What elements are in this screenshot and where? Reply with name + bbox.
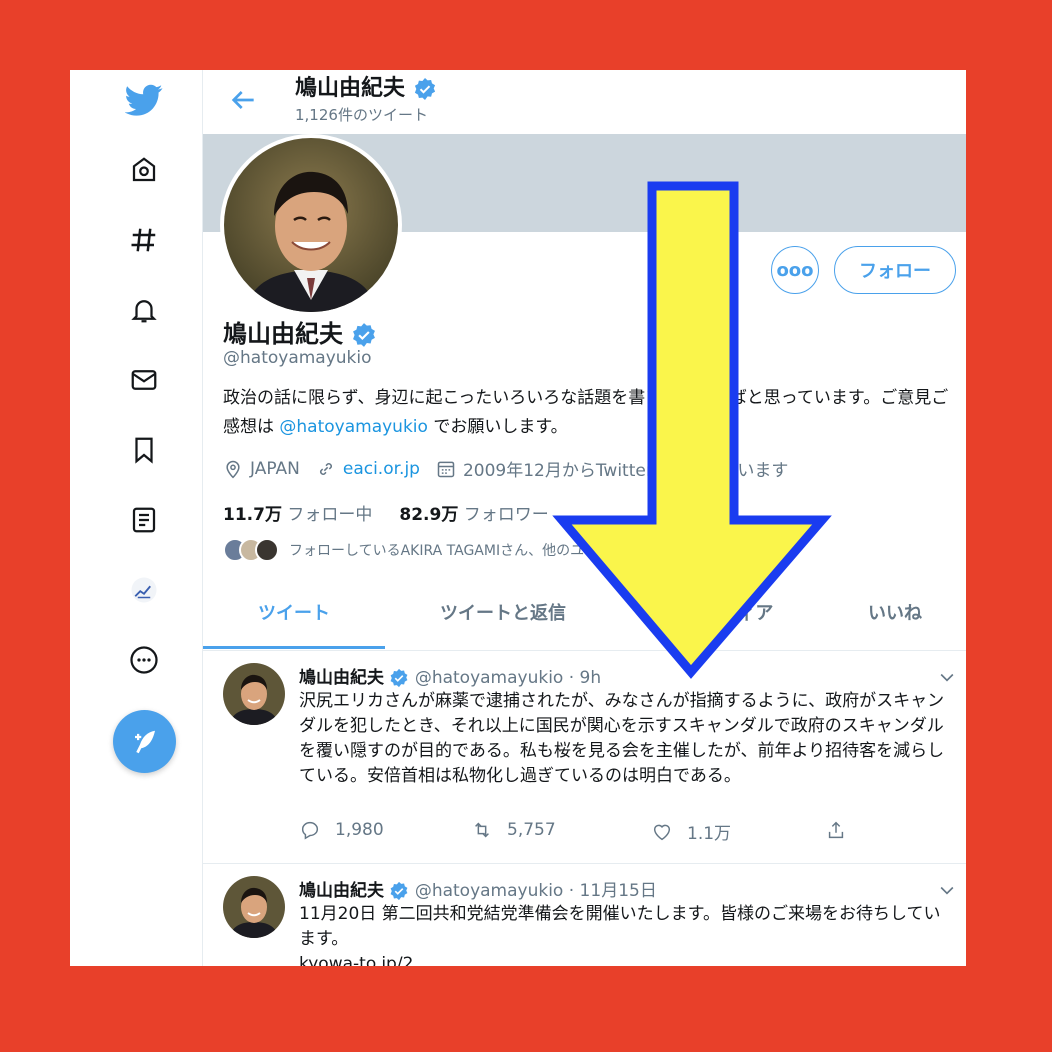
twitter-logo-icon[interactable] bbox=[122, 78, 166, 122]
tweet-avatar[interactable] bbox=[223, 876, 285, 938]
more-options-button[interactable]: ooo bbox=[771, 246, 819, 294]
heart-icon bbox=[653, 824, 671, 840]
verified-badge-icon bbox=[353, 323, 376, 347]
notifications-bell-icon[interactable] bbox=[122, 288, 166, 332]
followers-label: フォロワー bbox=[463, 505, 549, 525]
retweet-count: 5,757 bbox=[507, 820, 556, 840]
reply-count: 1,980 bbox=[335, 820, 384, 840]
tweet-item[interactable]: 鳩山由紀夫 @hatoyamayukio · 11月15日 11月20日 第二回… bbox=[203, 864, 966, 966]
tab-tweets-and-replies[interactable]: ツイートと返信 bbox=[393, 580, 613, 648]
tweet-author-handle[interactable]: @hatoyamayukio bbox=[415, 881, 564, 901]
bookmark-icon[interactable] bbox=[122, 428, 166, 472]
website-item: eaci.or.jp bbox=[316, 459, 420, 479]
tab-tweets[interactable]: ツイート bbox=[203, 580, 385, 649]
header-name-wrap: 鳩山由紀夫 bbox=[295, 70, 437, 102]
sidebar bbox=[70, 70, 202, 966]
verified-badge-icon bbox=[414, 78, 435, 100]
tweet-count: 1,126件のツイート bbox=[295, 106, 428, 124]
profile-header-bar: 鳩山由紀夫 1,126件のツイート bbox=[203, 70, 966, 134]
profile-tabs: ツイート ツイートと返信 メディア いいね bbox=[203, 580, 966, 651]
profile-name: 鳩山由紀夫 bbox=[223, 320, 343, 348]
messages-mail-icon[interactable] bbox=[122, 358, 166, 402]
tweet-header: 鳩山由紀夫 @hatoyamayukio · 11月15日 bbox=[299, 876, 657, 901]
explore-hashtag-icon[interactable] bbox=[122, 218, 166, 262]
tweet-text: 沢尻エリカさんが麻薬で逮捕されたが、みなさんが指摘するように、政府がスキャンダル… bbox=[299, 691, 945, 786]
tweet-time[interactable]: · 11月15日 bbox=[569, 881, 657, 901]
profile-avatar[interactable] bbox=[220, 134, 402, 316]
compose-tweet-button[interactable] bbox=[113, 710, 176, 773]
website-link[interactable]: eaci.or.jp bbox=[343, 459, 420, 479]
reply-button[interactable]: 1,980 bbox=[299, 819, 384, 841]
follower-avatar bbox=[255, 538, 279, 562]
tweet-author-handle[interactable]: @hatoyamayukio bbox=[415, 668, 564, 688]
tab-likes[interactable]: いいね bbox=[823, 580, 966, 648]
location-pin-icon bbox=[226, 460, 240, 478]
tweet-header: 鳩山由紀夫 @hatoyamayukio · 9h bbox=[299, 663, 601, 688]
bio-text-2: でお願いします。 bbox=[427, 417, 568, 437]
joined-item: 2009年12月からTwitterを利用しています bbox=[436, 456, 788, 481]
link-icon bbox=[319, 462, 332, 475]
location-text: JAPAN bbox=[250, 458, 300, 479]
location-item: JAPAN bbox=[223, 459, 300, 479]
retweet-button[interactable]: 5,757 bbox=[471, 819, 556, 841]
tweet-avatar[interactable] bbox=[223, 663, 285, 725]
quill-icon bbox=[134, 730, 155, 753]
more-menu-icon[interactable] bbox=[122, 638, 166, 682]
reply-icon bbox=[301, 821, 319, 840]
tweet-text: 11月20日 第二回共和党結党準備会を開催いたします。皆様のご来場をお待ちしてい… bbox=[299, 904, 941, 949]
followers-count: 82.9万 bbox=[399, 505, 459, 525]
profile-main-column: 鳩山由紀夫 1,126件のツイート ooo フォロー 鳩山由紀夫 @hatoya… bbox=[202, 70, 966, 966]
follow-stats: 11.7万 フォロー中 82.9万 フォロワー bbox=[223, 500, 549, 525]
profile-avatar-icon[interactable] bbox=[122, 568, 166, 612]
like-button[interactable]: 1.1万 bbox=[651, 819, 731, 844]
followed-by-text: フォローしているAKIRA TAGAMIさん、他のユーザーにフォローされています bbox=[289, 543, 780, 559]
back-arrow-icon[interactable] bbox=[227, 84, 259, 116]
tweet-link[interactable]: kyowa-to.jp/2... bbox=[299, 952, 949, 966]
follow-button[interactable]: フォロー bbox=[834, 246, 956, 294]
share-button[interactable] bbox=[825, 819, 861, 841]
followers-link[interactable]: 82.9万 フォロワー bbox=[399, 505, 548, 525]
tweet-time[interactable]: · 9h bbox=[569, 668, 601, 688]
profile-meta: JAPAN eaci.or.jp 2009年12月からTwitterを利用してい… bbox=[223, 456, 804, 481]
calendar-icon bbox=[437, 461, 455, 477]
followed-by[interactable]: フォローしているAKIRA TAGAMIさん、他のユーザーにフォローされています bbox=[223, 538, 779, 562]
verified-badge-icon bbox=[390, 668, 408, 688]
lists-icon[interactable] bbox=[122, 498, 166, 542]
verified-badge-icon bbox=[390, 881, 408, 901]
retweet-icon bbox=[475, 822, 489, 838]
tab-media[interactable]: メディア bbox=[663, 580, 813, 648]
profile-handle: @hatoyamayukio bbox=[223, 348, 372, 368]
header-name: 鳩山由紀夫 bbox=[295, 76, 406, 101]
chevron-down-icon[interactable] bbox=[937, 880, 957, 900]
joined-text: 2009年12月からTwitterを利用しています bbox=[462, 461, 789, 481]
like-count: 1.1万 bbox=[687, 824, 732, 844]
following-count: 11.7万 bbox=[223, 505, 282, 525]
browser-frame: 鳩山由紀夫 1,126件のツイート ooo フォロー 鳩山由紀夫 @hatoya… bbox=[70, 70, 966, 966]
home-icon[interactable] bbox=[122, 148, 166, 192]
chevron-down-icon[interactable] bbox=[937, 667, 957, 687]
share-icon bbox=[828, 821, 844, 839]
profile-name-wrap: 鳩山由紀夫 bbox=[223, 314, 377, 349]
following-label: フォロー中 bbox=[287, 505, 373, 525]
tweet-item[interactable]: 鳩山由紀夫 @hatoyamayukio · 9h 沢尻エリカさんが麻薬で逮捕さ… bbox=[203, 651, 966, 864]
profile-bio: 政治の話に限らず、身辺に起こったいろいろな話題を書いていければと思っています。ご… bbox=[223, 384, 953, 442]
tweet-author-name[interactable]: 鳩山由紀夫 bbox=[299, 668, 384, 688]
bio-mention-link[interactable]: @hatoyamayukio bbox=[279, 417, 428, 437]
following-link[interactable]: 11.7万 フォロー中 bbox=[223, 505, 372, 525]
tweet-author-name[interactable]: 鳩山由紀夫 bbox=[299, 881, 384, 901]
